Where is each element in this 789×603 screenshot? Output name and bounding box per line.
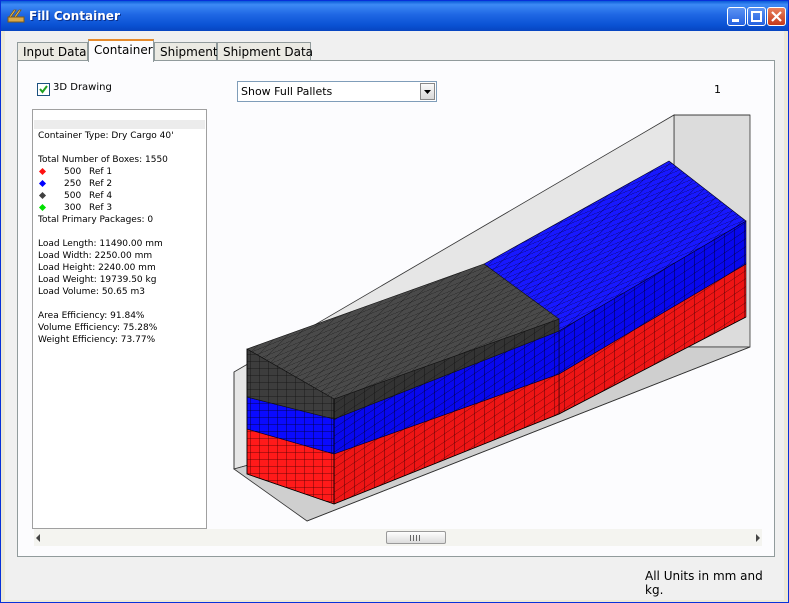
minimize-button[interactable]: [727, 7, 746, 26]
total-primary-packages: Total Primary Packages: 0: [38, 215, 154, 225]
page-number: 1: [714, 83, 721, 96]
horizontal-scrollbar[interactable]: [34, 529, 762, 546]
close-icon: [771, 11, 782, 22]
dropdown-button[interactable]: [420, 83, 435, 100]
client-area: Input Data Container Shipment Shipment D…: [5, 31, 784, 600]
checkmark-icon: [39, 85, 48, 94]
total-boxes: Total Number of Boxes: 1550: [38, 155, 168, 165]
ref-color-dot: [38, 203, 47, 212]
load-info-panel: Container Type: Dry Cargo 40' Total Numb…: [32, 109, 207, 529]
container-tab-panel: 3D Drawing Show Full Pallets 1 Container…: [17, 60, 775, 557]
close-button[interactable]: [767, 7, 786, 26]
legend-item: 500 Ref 1: [38, 166, 206, 178]
maximize-button[interactable]: [747, 7, 766, 26]
fill-container-window: Fill Container Input Data Container Ship…: [0, 0, 789, 603]
window-title: Fill Container: [29, 9, 120, 23]
volume-efficiency: Volume Efficiency: 75.28%: [38, 323, 158, 333]
info-header: [34, 120, 205, 129]
maximize-icon: [751, 11, 762, 22]
ref-color-dot: [38, 179, 47, 188]
scroll-thumb[interactable]: [386, 531, 446, 544]
view-mode-value: Show Full Pallets: [241, 85, 333, 98]
tab-shipment[interactable]: Shipment: [154, 42, 218, 62]
container-type: Container Type: Dry Cargo 40': [38, 131, 174, 141]
load-weight: Load Weight: 19739.50 kg: [38, 275, 157, 285]
chevron-down-icon: [424, 90, 431, 94]
container-3d-view[interactable]: [214, 109, 766, 529]
app-icon: [7, 9, 25, 23]
ref-color-dot: [38, 167, 47, 176]
tab-shipment-data[interactable]: Shipment Data: [217, 42, 313, 62]
view-mode-select[interactable]: Show Full Pallets: [237, 81, 437, 102]
weight-efficiency: Weight Efficiency: 73.77%: [38, 335, 156, 345]
3d-drawing-checkbox[interactable]: [37, 83, 50, 96]
load-volume: Load Volume: 50.65 m3: [38, 287, 145, 297]
area-efficiency: Area Efficiency: 91.84%: [38, 311, 145, 321]
tab-container[interactable]: Container: [88, 39, 154, 62]
scroll-left-icon[interactable]: [36, 534, 40, 542]
legend-item: 250 Ref 2: [38, 178, 206, 190]
load-height: Load Height: 2240.00 mm: [38, 263, 156, 273]
legend-item: 500 Ref 4: [38, 190, 206, 202]
minimize-icon: [732, 19, 739, 22]
scroll-right-icon[interactable]: [756, 534, 760, 542]
load-width: Load Width: 2250.00 mm: [38, 251, 153, 261]
units-note: All Units in mm and kg.: [645, 569, 763, 597]
ref-color-dot: [38, 191, 47, 200]
title-bar[interactable]: Fill Container: [1, 1, 788, 31]
tab-input-data[interactable]: Input Data: [17, 42, 88, 62]
load-length: Load Length: 11490.00 mm: [38, 239, 163, 249]
3d-drawing-label: 3D Drawing: [53, 82, 112, 93]
legend-item: 300 Ref 3: [38, 202, 206, 214]
